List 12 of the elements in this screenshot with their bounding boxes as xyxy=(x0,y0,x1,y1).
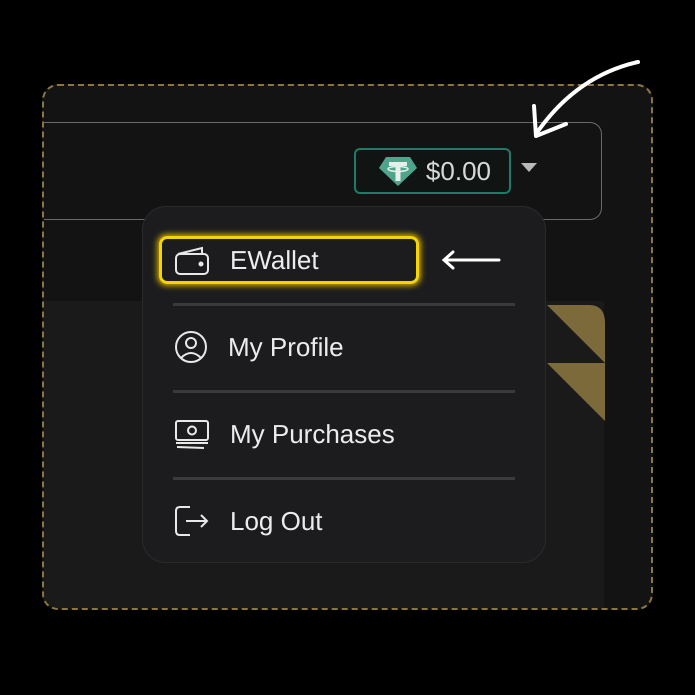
menu-item[interactable]: My Purchases xyxy=(159,410,419,458)
user-icon xyxy=(174,330,208,364)
caret-icon[interactable] xyxy=(521,162,537,172)
balance-button[interactable]: $0.00 xyxy=(354,148,511,194)
wallet-icon xyxy=(174,244,210,276)
logout-icon xyxy=(174,505,210,537)
menu-item[interactable]: My Profile xyxy=(159,323,419,371)
arrow-icon xyxy=(441,250,501,270)
menu-item[interactable]: Log Out xyxy=(159,497,419,545)
menu-item[interactable]: EWallet xyxy=(159,236,419,284)
coin-icon xyxy=(378,155,418,187)
banknote-icon xyxy=(174,418,210,450)
